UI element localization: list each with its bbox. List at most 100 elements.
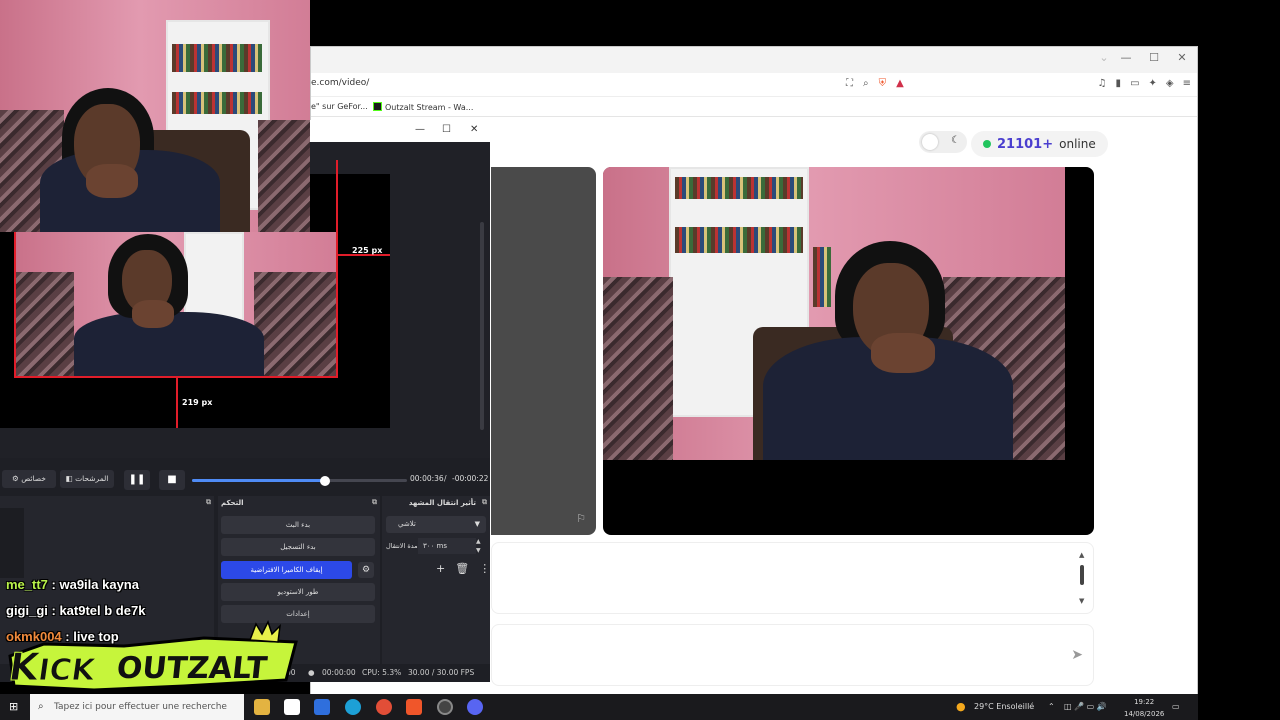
undock-icon[interactable]: ⧉ [206, 498, 211, 507]
filters-button[interactable]: ◧ المرشحات [60, 470, 114, 488]
url-text[interactable]: e.com/video/ [311, 78, 369, 88]
obs-minimize-button[interactable]: — [415, 124, 425, 135]
transition-select[interactable]: تلاشي ▼ [386, 516, 486, 533]
start-streaming-button[interactable]: بدء البث [221, 516, 375, 534]
clock-time: 19:22 [1134, 698, 1155, 706]
spin-up-icon[interactable]: ▲ [476, 538, 481, 545]
close-button[interactable]: ✕ [1169, 51, 1195, 64]
notifications-icon[interactable]: ▭ [1172, 694, 1180, 720]
transition-selected: تلاشي [398, 520, 416, 528]
chat-scrollbar[interactable]: ▲ ▼ [1079, 551, 1085, 605]
brave-shield-icon[interactable]: ⛨ [879, 78, 887, 89]
file-explorer-icon[interactable] [254, 699, 270, 715]
properties-label: خصائص [21, 474, 46, 483]
brave-icon[interactable] [406, 699, 422, 715]
studio-mode-button[interactable]: طور الاستوديو [221, 583, 375, 601]
maximize-button[interactable]: ☐ [1141, 51, 1167, 64]
weather-text[interactable]: 29°C Ensoleillé [974, 694, 1034, 720]
chat-message: : kat9tel b de7k [47, 603, 146, 618]
address-bar[interactable]: e.com/video/ ⛶ ⌕ ⛨ ▲ ♫ ▮ ▭ ✦ ◈ ≡ [311, 73, 1197, 97]
more-icon[interactable]: ⋮ [479, 562, 490, 575]
chat-messages-box: ▲ ▼ [491, 542, 1094, 614]
scroll-thumb[interactable] [1080, 565, 1084, 585]
start-recording-button[interactable]: بدء التسجيل [221, 538, 375, 556]
filter-icon: ◧ [65, 474, 76, 483]
chat-username: gigi_gi [6, 603, 48, 618]
message-input[interactable]: ➤ [491, 624, 1094, 686]
stop-virtual-camera-button[interactable]: إيقاف الكاميرا الافتراضية [221, 561, 352, 579]
left-bed [603, 277, 673, 460]
transitions-dock-title: تأثير انتقال المشهد [408, 499, 476, 507]
minimize-button[interactable]: — [1113, 51, 1139, 64]
chat-line: me_tt7 : wa9ila kayna [6, 577, 139, 592]
transition-toolbar: + 🗑 ⋮ [436, 562, 490, 575]
vpn-icon[interactable]: ◈ [1166, 78, 1174, 89]
music-icon[interactable]: ♫ [1098, 78, 1107, 89]
report-flag-icon[interactable]: ⚐ [576, 512, 586, 525]
trash-icon[interactable]: 🗑 [455, 562, 469, 575]
svg-text:OUTZALT: OUTZALT [115, 651, 269, 686]
tray-icons[interactable]: ◫ 🎤 ▭ 🔊 [1064, 694, 1107, 720]
send-icon[interactable]: ➤ [1071, 647, 1083, 663]
weather-sun-icon[interactable]: ● [956, 694, 966, 720]
left-bed [14, 272, 74, 378]
obs-close-button[interactable]: ✕ [470, 124, 478, 135]
spin-down-icon[interactable]: ▼ [476, 547, 481, 554]
bookmarks-bar: e" sur GeFor... Outzalt Stream - Wa... [311, 97, 1197, 117]
scroll-down-icon[interactable]: ▼ [1079, 597, 1084, 605]
virtual-camera-settings-icon[interactable]: ⚙ [358, 562, 374, 578]
chat-username: me_tt7 [6, 577, 48, 592]
chrome-icon[interactable] [376, 699, 392, 715]
source-webcam[interactable] [14, 232, 338, 378]
transform-box-left[interactable] [14, 232, 16, 378]
media-seek-bar[interactable] [192, 475, 407, 486]
properties-button[interactable]: ⚙ خصائص [2, 470, 56, 488]
calendar-icon[interactable] [284, 699, 300, 715]
stop-button[interactable]: ■ [159, 470, 185, 490]
scroll-up-icon[interactable]: ▲ [1079, 551, 1084, 559]
svg-text:KICK: KICK [6, 646, 100, 690]
seek-knob[interactable] [320, 475, 331, 486]
rec-time: 00:00:00 [322, 668, 356, 677]
filters-label: المرشحات [75, 474, 109, 483]
windows-start-icon[interactable]: ⊞ [9, 694, 18, 720]
menu-icon[interactable]: ≡ [1183, 78, 1191, 89]
bookmark-geforce[interactable]: e" sur GeFor... [311, 102, 368, 111]
bookmark-outzalt[interactable]: Outzalt Stream - Wa... [373, 102, 473, 112]
controls-dock-header: التحكم ⧉ [218, 496, 380, 510]
obs-icon[interactable] [437, 699, 453, 715]
chat-message: : wa9ila kayna [47, 577, 139, 592]
books-row [172, 92, 262, 114]
transform-guide-bottom [176, 378, 178, 428]
webcam-overlay [0, 0, 310, 232]
preview-vscrollbar[interactable] [480, 222, 484, 430]
undock-icon[interactable]: ⧉ [482, 498, 487, 507]
distance-label-right: 225 px [352, 246, 383, 255]
taskbar-search[interactable]: ⌕ Tapez ici pour effectuer une recherche [30, 694, 244, 720]
discord-icon[interactable] [467, 699, 483, 715]
wallet-icon[interactable]: ▭ [1130, 78, 1139, 89]
tray-chevron-icon[interactable]: ⌃ [1048, 694, 1055, 720]
sidebar-icon[interactable]: ▮ [1116, 78, 1122, 89]
transform-box-right[interactable] [336, 160, 338, 378]
pause-button[interactable]: ❚❚ [124, 470, 150, 490]
zoom-icon[interactable]: ⌕ [863, 78, 869, 89]
undock-icon[interactable]: ⧉ [372, 498, 377, 507]
brave-rewards-icon[interactable]: ▲ [896, 78, 904, 89]
time-remaining: -00:00:22 [452, 474, 489, 483]
duration-input[interactable]: ٣٠٠ ms [418, 538, 476, 554]
add-icon[interactable]: + [436, 562, 445, 575]
clock[interactable]: 19:22 14/08/2026 [1124, 696, 1164, 720]
books-row [675, 227, 803, 253]
right-bed [254, 272, 338, 378]
edge-icon[interactable] [345, 699, 361, 715]
controls-dock-title: التحكم [221, 499, 244, 507]
leo-icon[interactable]: ✦ [1149, 78, 1157, 89]
translate-icon[interactable]: ⛶ [846, 78, 853, 89]
theme-toggle[interactable]: ☾ [919, 131, 967, 153]
source-controls-bar: ⚙ خصائص ◧ المرشحات ❚❚ ■ 00:00:36 / -00:0… [0, 468, 490, 492]
store-icon[interactable] [314, 699, 330, 715]
mini-panel [0, 508, 24, 578]
obs-maximize-button[interactable]: ☐ [442, 124, 451, 135]
right-bed [258, 120, 310, 232]
